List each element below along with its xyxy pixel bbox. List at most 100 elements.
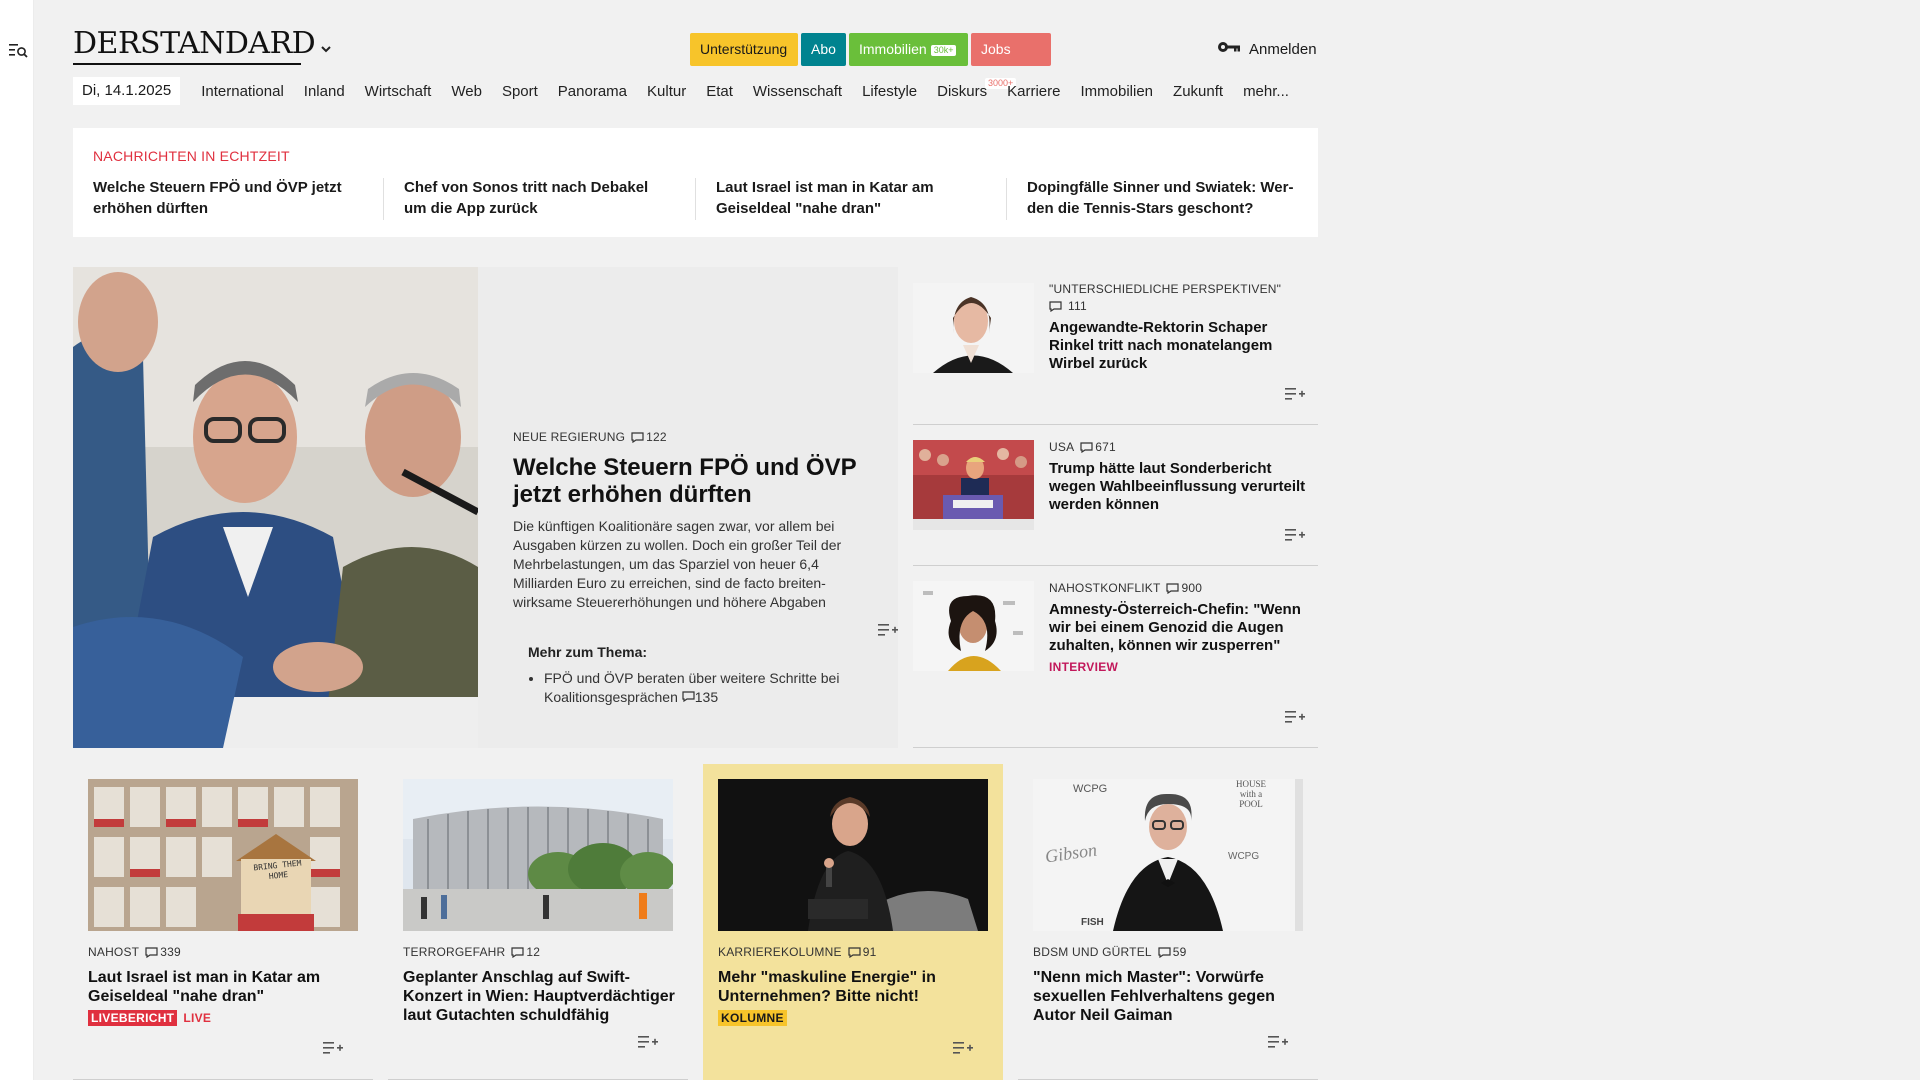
add-to-list-icon[interactable] [1268, 1034, 1288, 1050]
side-story-text: "UNTERSCHIEDLICHE PERSPEKTIVEN" 111 Ange… [1049, 282, 1309, 373]
ticker-item[interactable]: Laut Israel ist man in Katar am Geisel­d… [716, 177, 986, 219]
nav-item-wirtschaft[interactable]: Wirtschaft [355, 83, 442, 100]
nav-item-lifestyle[interactable]: Lifestyle [852, 83, 927, 100]
side-story: "UNTERSCHIEDLICHE PERSPEKTIVEN" 111 Ange… [913, 267, 1318, 425]
side-story-text: USA 671 Trump hätte laut Sonderbericht w… [1049, 440, 1309, 514]
support-button[interactable]: Unterstützung [690, 33, 798, 66]
lead-story-image[interactable] [73, 267, 478, 748]
card-headline[interactable]: Mehr "maskuline Energie" in Unternehmen?… [718, 968, 990, 1006]
add-to-list-icon[interactable] [1285, 709, 1305, 725]
comment-count-value: 135 [694, 689, 719, 705]
ticker-item[interactable]: Dopingfälle Sinner und Swiatek: Wer­den … [1027, 177, 1297, 219]
immobilien-badge: 30k+ [930, 45, 957, 56]
nav-item-inland[interactable]: Inland [294, 83, 355, 100]
card-tags: LIVEBERICHT LIVE [88, 1010, 360, 1026]
nav-item-more[interactable]: mehr... [1233, 83, 1299, 100]
nav-item-wissenschaft[interactable]: Wissenschaft [743, 83, 852, 100]
story-card-image[interactable]: BRING THEM HOME [88, 779, 358, 931]
side-story-text: NAHOSTKONFLIKT 900 Amnesty-Österreich-Ch… [1049, 581, 1309, 674]
card-headline[interactable]: "Nenn mich Master": Vorwürfe sexuellen F… [1033, 968, 1305, 1025]
menu-search-icon[interactable] [9, 42, 29, 60]
page: DERSTANDARD Unterstützung Abo Immobilien… [34, 0, 1920, 1080]
comment-count[interactable]: 59 [1158, 945, 1187, 959]
ticker-item[interactable]: Welche Steuern FPÖ und ÖVP jetzt er­höhe… [93, 177, 363, 219]
kolumne-tag: KOLUMNE [718, 1010, 787, 1026]
comment-count[interactable]: 900 [1166, 581, 1202, 595]
comment-count-value: 91 [862, 945, 877, 959]
comment-count-value: 900 [1181, 581, 1203, 595]
jobs-button[interactable]: Jobs3000+ [971, 33, 1051, 89]
card-headline[interactable]: Laut Israel ist man in Katar am Geiselde… [88, 968, 360, 1006]
lead-headline[interactable]: Welche Steuern FPÖ und ÖVP jetzt erhöhen… [513, 454, 863, 508]
add-to-list-icon[interactable] [1285, 527, 1305, 543]
card-kicker-row: BDSM UND GÜRTEL 59 [1033, 945, 1305, 959]
site-logo[interactable]: DERSTANDARD [73, 29, 316, 59]
main-nav: Di, 14.1.2025 International Inland Wirts… [73, 77, 1299, 105]
story-card-image[interactable] [403, 779, 673, 931]
side-kicker: "UNTERSCHIEDLICHE PERSPEKTIVEN" [1049, 282, 1282, 296]
side-headline[interactable]: Amnesty-Österreich-Chefin: "Wenn wir bei… [1049, 601, 1309, 655]
side-story-image[interactable] [913, 440, 1034, 530]
chevron-down-icon[interactable] [318, 41, 334, 57]
nav-item-kultur[interactable]: Kultur [637, 83, 696, 100]
card-kicker-row: TERRORGEFAHR 12 [403, 945, 675, 959]
nav-item-immobilien[interactable]: Immobilien [1071, 83, 1164, 100]
live-tag: LIVE [183, 1011, 212, 1025]
related-heading: Mehr zum Thema: [528, 644, 648, 660]
add-to-list-icon[interactable] [953, 1040, 973, 1056]
comment-count[interactable]: 12 [511, 945, 540, 959]
nav-item-panorama[interactable]: Panorama [548, 83, 637, 100]
comment-icon [848, 946, 861, 958]
ticker-label: NACHRICHTEN IN ECHTZEIT [93, 148, 290, 164]
add-to-list-icon[interactable] [878, 622, 898, 638]
card-headline[interactable]: Geplanter Anschlag auf Swift-Konzert in … [403, 968, 675, 1025]
news-ticker: NACHRICHTEN IN ECHTZEIT Welche Steuern F… [73, 128, 1318, 237]
add-to-list-icon[interactable] [638, 1034, 658, 1050]
abo-button[interactable]: Abo [801, 33, 846, 66]
related-list: FPÖ und ÖVP beraten über weitere Schritt… [528, 669, 873, 707]
nav-item-karriere[interactable]: Karriere [997, 83, 1070, 100]
nav-item-sport[interactable]: Sport [492, 83, 548, 100]
comment-count-value: 111 [1068, 299, 1087, 313]
comment-count[interactable]: 339 [145, 945, 181, 959]
comment-count[interactable]: 111 [1049, 299, 1309, 313]
side-headline[interactable]: Angewandte-Rektorin Schaper Rinkel tritt… [1049, 319, 1309, 373]
lead-story-text: NEUE REGIERUNG 122 Welche Steuern FPÖ un… [513, 430, 863, 612]
nav-item-zukunft[interactable]: Zukunft [1163, 83, 1233, 100]
comment-icon [1080, 441, 1093, 453]
ticker-item[interactable]: Chef von Sonos tritt nach Debakel um die… [404, 177, 674, 219]
story-card-text: BDSM UND GÜRTEL 59 "Nenn mich Master": V… [1033, 945, 1305, 1025]
comment-icon [682, 691, 695, 702]
card-tags: KOLUMNE [718, 1010, 990, 1026]
story-card-image[interactable] [718, 779, 988, 931]
comment-icon [1158, 946, 1171, 958]
side-story: USA 671 Trump hätte laut Sonderbericht w… [913, 425, 1318, 566]
side-headline[interactable]: Trump hätte laut Sonderbericht wegen Wah… [1049, 460, 1309, 514]
nav-item-diskurs[interactable]: Diskurs [927, 83, 997, 100]
immobilien-label: Immobilien [859, 41, 927, 57]
comment-count[interactable]: 122 [631, 430, 667, 444]
add-to-list-icon[interactable] [1285, 386, 1305, 402]
add-to-list-icon[interactable] [323, 1040, 343, 1056]
comment-icon [1166, 582, 1180, 594]
comment-count[interactable]: 671 [1080, 440, 1116, 454]
comment-count-value: 339 [160, 945, 181, 959]
story-card-text: KARRIEREKOLUMNE 91 Mehr "maskuline Energ… [718, 945, 990, 1026]
related-item[interactable]: FPÖ und ÖVP beraten über weitere Schritt… [544, 669, 873, 707]
comment-count[interactable]: 91 [848, 945, 877, 959]
story-card: WCPG HOUSE with a POOL Gibson WCPG FISH … [1018, 764, 1318, 1080]
livebericht-tag: LIVEBERICHT [88, 1010, 178, 1026]
login-button[interactable]: Anmelden [1217, 39, 1317, 59]
immobilien-button[interactable]: Immobilien 30k+ [849, 33, 968, 66]
comment-icon [145, 946, 158, 958]
side-kicker-row: USA 671 [1049, 440, 1309, 454]
nav-item-web[interactable]: Web [441, 83, 492, 100]
side-story-image[interactable] [913, 581, 1034, 671]
nav-item-international[interactable]: International [191, 83, 294, 100]
comment-count-value: 12 [526, 945, 541, 959]
story-card-text: NAHOST 339 Laut Israel ist man in Katar … [88, 945, 360, 1026]
comment-count-value: 671 [1095, 440, 1116, 454]
nav-item-etat[interactable]: Etat [696, 83, 743, 100]
story-card-image[interactable]: WCPG HOUSE with a POOL Gibson WCPG FISH [1033, 779, 1303, 931]
side-story-image[interactable] [913, 283, 1034, 373]
